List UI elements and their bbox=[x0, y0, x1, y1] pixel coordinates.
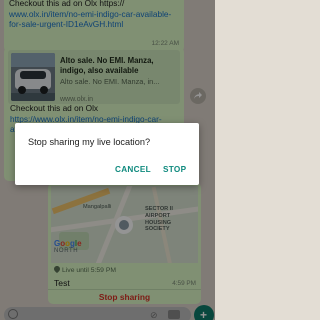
stop-sharing-dialog: Stop sharing my live location? CANCEL ST… bbox=[15, 123, 199, 185]
cancel-button[interactable]: CANCEL bbox=[115, 165, 151, 174]
dialog-title: Stop sharing my live location? bbox=[28, 137, 151, 147]
stop-button[interactable]: STOP bbox=[163, 165, 186, 174]
